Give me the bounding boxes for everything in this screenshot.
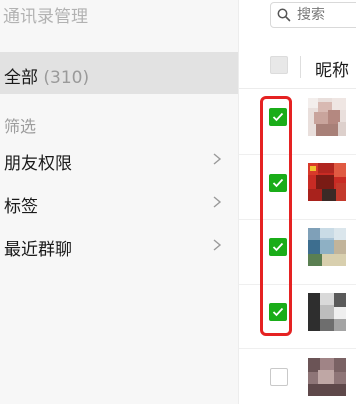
sidebar-item-all[interactable]: 全部 (310) [0, 52, 238, 94]
search-input[interactable] [297, 6, 356, 24]
row-checkbox[interactable] [269, 174, 287, 192]
checkmark-icon [272, 307, 284, 317]
all-label-text: 全部 [4, 68, 38, 88]
sidebar-item-label: 最近群聊 [4, 240, 72, 260]
avatar-image [308, 163, 346, 201]
avatar[interactable] [308, 98, 346, 136]
row-divider [239, 348, 356, 349]
select-all-checkbox[interactable] [270, 56, 288, 74]
header-divider [300, 56, 301, 78]
avatar-image [308, 98, 346, 136]
avatar-image [308, 293, 346, 331]
row-checkbox[interactable] [269, 108, 287, 126]
chevron-right-icon [213, 196, 222, 208]
filter-section-label: 筛选 [4, 117, 37, 136]
avatar-image [308, 358, 346, 396]
row-divider [239, 284, 356, 285]
avatar-image [308, 228, 346, 266]
contacts-manager-window: 通讯录管理 全部 (310) 筛选 朋友权限 标签 最近群聊 搜索 昵称 [0, 0, 356, 404]
avatar[interactable] [308, 228, 346, 266]
sidebar-item-label: 标签 [4, 197, 38, 217]
row-checkbox[interactable] [269, 238, 287, 256]
search-box[interactable] [270, 2, 356, 28]
checkmark-icon [272, 178, 284, 188]
sidebar-item-recent-groups[interactable]: 最近群聊 [0, 228, 238, 264]
column-header-nickname: 昵称 [315, 61, 349, 81]
sidebar: 通讯录管理 全部 (310) 筛选 朋友权限 标签 最近群聊 [0, 0, 238, 404]
avatar[interactable] [308, 293, 346, 331]
sidebar-item-label: 朋友权限 [4, 154, 72, 174]
checkmark-icon [272, 112, 284, 122]
search-icon [277, 8, 291, 22]
row-divider [239, 154, 356, 155]
chevron-right-icon [213, 239, 222, 251]
chevron-right-icon [213, 153, 222, 165]
row-checkbox[interactable] [269, 303, 287, 321]
sidebar-item-friend-permissions[interactable]: 朋友权限 [0, 142, 238, 178]
row-divider [239, 219, 356, 220]
all-count: (310) [43, 68, 90, 88]
checkmark-icon [272, 242, 284, 252]
row-checkbox[interactable] [270, 368, 288, 386]
sidebar-item-all-label: 全部 (310) [4, 63, 89, 88]
sidebar-item-tags[interactable]: 标签 [0, 185, 238, 221]
avatar[interactable] [308, 358, 346, 396]
avatar[interactable] [308, 163, 346, 201]
page-title: 通讯录管理 [3, 7, 88, 27]
